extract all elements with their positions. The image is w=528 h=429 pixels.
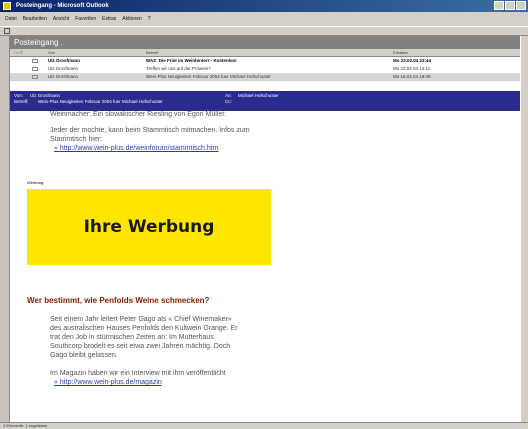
window-controls [494, 1, 526, 10]
ad-text: Ihre Werbung [83, 217, 215, 237]
menu-actions[interactable]: Aktionen [122, 12, 141, 26]
message-row-selected[interactable]: Ulz Grosfmann Wein-Plus Neuigkeiten Febr… [10, 73, 520, 81]
menu-favorites[interactable]: Favoriten [75, 12, 96, 26]
column-from[interactable]: Von [48, 50, 55, 55]
body-line: Im Magazin haben wir ein Interview mit i… [50, 370, 226, 377]
from-label: Von: [14, 93, 24, 98]
title-bar: Posteingang - Microsoft Outlook [0, 0, 528, 12]
body-line: des australischen Hauses Penfolds den Ku… [50, 325, 238, 332]
preview-subject: Wein-Plus Neuigkeiten Februar 2004 fuer … [38, 99, 163, 104]
cc-label: Cc: [225, 99, 232, 104]
folder-title: Posteingang . [14, 38, 63, 47]
message-subject: Wein-Plus Neuigkeiten Februar 2004 fuer … [146, 74, 271, 79]
outlook-icon [3, 2, 11, 10]
maximize-button[interactable] [505, 1, 515, 10]
flag-column-icon[interactable]: ! ⌂ ▽ [14, 50, 23, 55]
vertical-scrollbar[interactable] [520, 36, 528, 422]
left-pane [0, 36, 10, 422]
minimize-button[interactable] [494, 1, 504, 10]
menu-edit[interactable]: Bearbeiten [23, 12, 47, 26]
magazin-link[interactable]: » http://www.wein-plus.de/magazin [54, 379, 162, 386]
column-subject[interactable]: Betreff [146, 50, 158, 55]
message-received: Mo 23.02.04 13:11 [393, 66, 431, 71]
body-line: Seit einem Jahr leitert Peter Gago als «… [50, 316, 232, 323]
column-received[interactable]: Erhalten [393, 50, 408, 55]
preview-to: Michael Hofschuster [238, 93, 279, 98]
menu-bar: Datei Bearbeiten Ansicht Favoriten Extra… [0, 12, 528, 26]
message-list: Ulz Grosfmann WAZ: Die Frist im Weinhint… [10, 57, 520, 91]
body-line: Weinmacher: Ein slowakischer Riesling vo… [50, 111, 227, 118]
folder-icon[interactable] [4, 28, 10, 34]
reading-pane: Weinmacher: Ein slowakischer Riesling vo… [10, 111, 520, 422]
message-subject: WAZ: Die Frist im Weinhinterr - Kostenlo… [146, 58, 237, 63]
status-bar: 3 Elemente, 1 ungelesen [0, 422, 528, 429]
menu-view[interactable]: Ansicht [53, 12, 69, 26]
body-line: Gago bleibt gelassen. [50, 352, 118, 359]
envelope-icon [32, 59, 38, 63]
ad-label: Werbung: [27, 180, 45, 185]
body-line: trat den Job in stürmischen Zeiten an: I… [50, 334, 214, 341]
message-from: Ulz Grosfmann [48, 74, 79, 79]
toolbar [0, 26, 528, 36]
envelope-icon [32, 67, 38, 71]
preview-from: Ulz Grosfmann [30, 93, 61, 98]
ad-banner[interactable]: Ihre Werbung [27, 189, 271, 265]
article-heading: Wer bestimmt, wie Penfolds Weine schmeck… [27, 296, 210, 305]
folder-title-bar: Posteingang . [10, 36, 520, 49]
message-from: Ulz Grosfmann [48, 58, 81, 63]
message-received: Mo 16.02.04 19:49 [393, 74, 431, 79]
stammtisch-link[interactable]: » http://www.wein-plus.de/weinforum/stam… [54, 145, 219, 152]
envelope-icon [32, 75, 38, 79]
message-subject: Treffen wir uns auf der Prowein? [146, 66, 211, 71]
menu-tools[interactable]: Extras [102, 12, 116, 26]
message-row[interactable]: Ulz Grosfmann WAZ: Die Frist im Weinhint… [10, 57, 520, 65]
body-line: Stammtisch hier: [50, 136, 103, 143]
message-received: Mo 23.02.04 23:44 [393, 58, 432, 63]
close-button[interactable] [516, 1, 526, 10]
message-from: Ulz Grosfmann [48, 66, 79, 71]
message-row[interactable]: Ulz Grosfmann Treffen wir uns auf der Pr… [10, 65, 520, 73]
to-label: An: [225, 93, 232, 98]
menu-help[interactable]: ? [148, 12, 151, 26]
status-text: 3 Elemente, 1 ungelesen [3, 423, 48, 428]
body-line: Southcorp brodelt es seit etwa zwei Jahr… [50, 343, 231, 350]
window-title: Posteingang - Microsoft Outlook [16, 3, 109, 9]
preview-header: Von: Ulz Grosfmann An: Michael Hofschust… [10, 91, 520, 111]
subject-label: Betreff: [14, 99, 29, 104]
menu-file[interactable]: Datei [5, 12, 17, 26]
body-line: Jeder der mochte, kann beim Stammtisch m… [50, 127, 250, 134]
message-list-header: ! ⌂ ▽ Von Betreff Erhalten [10, 49, 520, 57]
